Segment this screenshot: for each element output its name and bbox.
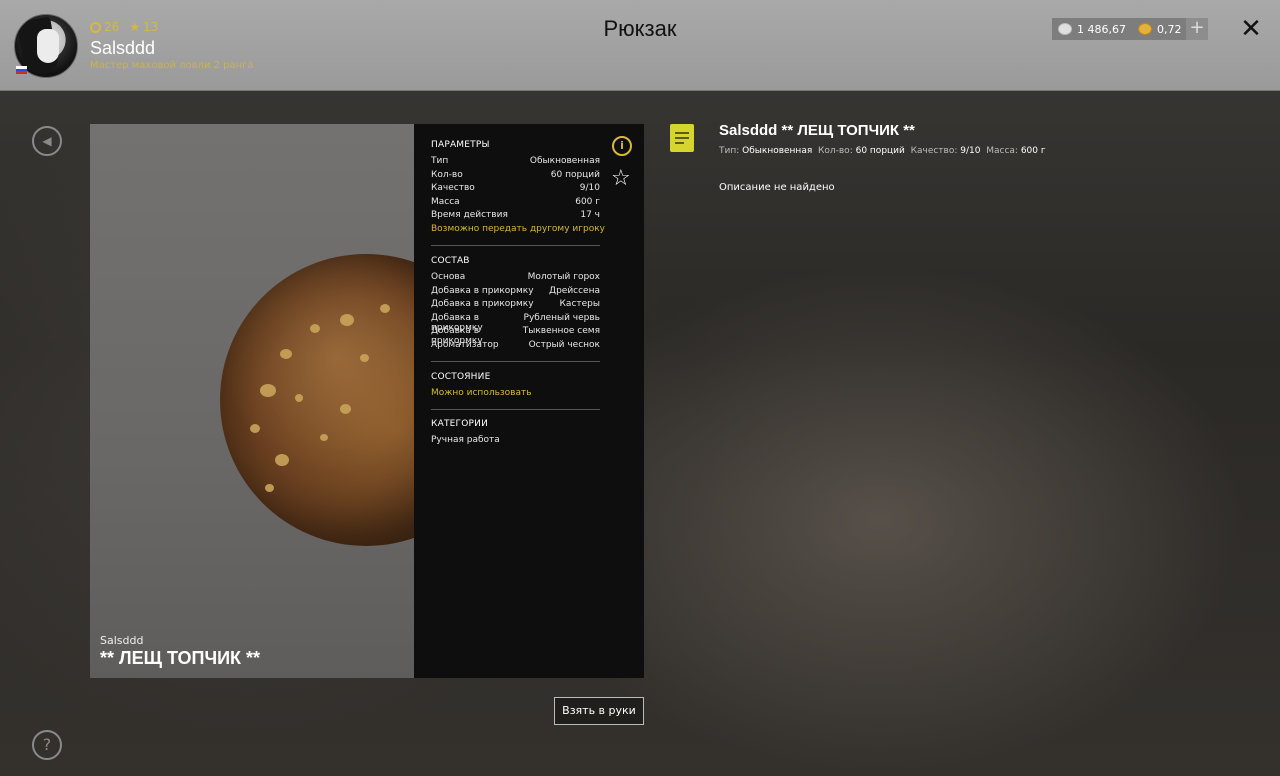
state-title: СОСТОЯНИЕ	[431, 372, 491, 382]
note-icon	[670, 124, 694, 152]
gold-balance: 0,72	[1132, 18, 1194, 40]
composition-row: Основа Молотый горох	[431, 272, 600, 282]
item-params-panel: i ☆ ПАРАМЕТРЫ Тип Обыкновенная Кол-во 60 п…	[414, 124, 644, 678]
gold-value: 0,72	[1157, 22, 1182, 36]
param-row: Кол-во 60 порций	[431, 170, 600, 180]
image-item-name: ** ЛЕЩ ТОПЧИК **	[100, 648, 261, 668]
flag-icon	[16, 66, 27, 75]
param-row: Качество 9/10	[431, 183, 600, 193]
back-icon: ◀	[42, 134, 52, 148]
groundbait-ball-image	[220, 254, 414, 546]
back-button[interactable]: ◀	[32, 126, 62, 156]
favorite-star-icon[interactable]: ☆	[611, 166, 631, 191]
top-bar: 26 ★ 13 Salsddd Мастер маховой ловли 2 ра…	[0, 0, 1280, 91]
composition-row: Добавка в прикормку Рубленый червь	[431, 313, 600, 333]
item-meta: Тип: Обыкновенная Кол-во: 60 порций Каче…	[719, 146, 1046, 156]
silver-balance: 1 486,67	[1052, 18, 1136, 40]
silver-value: 1 486,67	[1077, 22, 1126, 36]
categories-title: КАТЕГОРИИ	[431, 419, 488, 429]
image-owner-label: Salsddd	[100, 634, 144, 647]
params-title: ПАРАМЕТРЫ	[431, 140, 490, 150]
player-rank: Мастер маховой ловли 2 ранга	[90, 60, 254, 71]
param-row: Масса 600 г	[431, 197, 600, 207]
add-gold-button[interactable]: +	[1186, 18, 1208, 40]
category-value: Ручная работа	[431, 435, 500, 445]
composition-row: Ароматизатор Острый чеснок	[431, 340, 600, 350]
close-button[interactable]: ✕	[1238, 14, 1264, 44]
take-in-hands-button[interactable]: Взять в руки	[554, 697, 644, 725]
composition-row: Добавка в прикормку Кастеры	[431, 299, 600, 309]
composition-title: СОСТАВ	[431, 256, 470, 266]
help-button[interactable]: ?	[32, 730, 62, 760]
gold-coin-icon	[1138, 23, 1152, 35]
info-icon[interactable]: i	[612, 136, 632, 156]
transfer-note: Возможно передать другому игроку	[431, 224, 605, 234]
composition-row: Добавка в прикормку Тыквенное семя	[431, 326, 600, 346]
description-text: Описание не найдено	[719, 182, 835, 193]
param-row: Время действия 17 ч	[431, 210, 600, 220]
silver-coin-icon	[1058, 23, 1072, 35]
item-image: Salsddd ** ЛЕЩ ТОПЧИК **	[90, 124, 414, 678]
item-title: Salsddd ** ЛЕЩ ТОПЧИК **	[719, 122, 915, 139]
composition-row: Добавка в прикормку Дрейссена	[431, 286, 600, 296]
state-value: Можно использовать	[431, 388, 532, 398]
param-row: Тип Обыкновенная	[431, 156, 600, 166]
